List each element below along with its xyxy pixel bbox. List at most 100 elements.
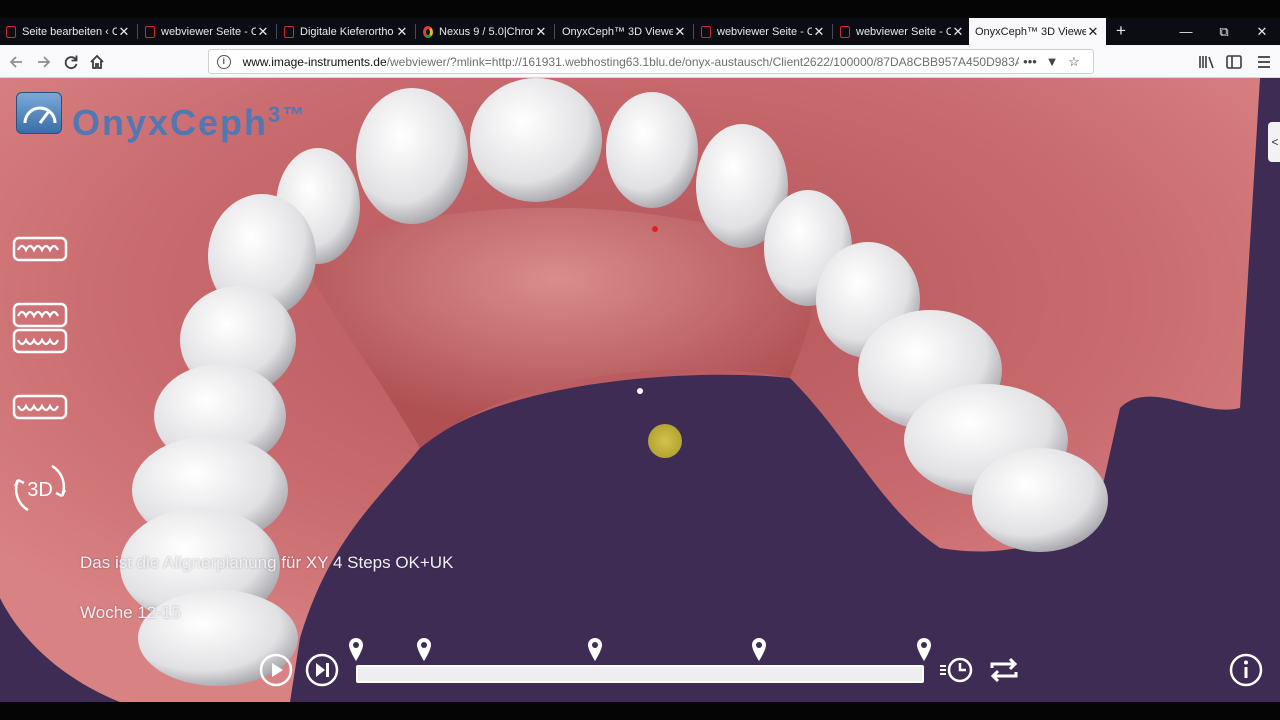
mouse-cursor-highlight	[648, 424, 682, 458]
close-icon[interactable]: ✕	[812, 24, 826, 40]
tab-8-active[interactable]: OnyxCeph™ 3D Viewer ✕	[969, 18, 1106, 45]
sidebar-toggle-button[interactable]	[1220, 49, 1248, 75]
pdf-icon	[840, 25, 850, 38]
dental-model-3d[interactable]	[0, 78, 1280, 702]
both-jaws-view-button[interactable]	[12, 302, 68, 356]
tab-6[interactable]: webviewer Seite - O ✕	[695, 18, 832, 45]
chrome-icon	[423, 25, 433, 38]
info-button[interactable]	[1228, 652, 1264, 688]
week-label: Woche 12-15	[80, 603, 181, 622]
back-button[interactable]	[4, 49, 30, 75]
minimize-button[interactable]: —	[1168, 18, 1204, 45]
tab-label: Seite bearbeiten ‹ C	[22, 25, 117, 38]
new-tab-button[interactable]: +	[1112, 18, 1130, 45]
tab-divider	[554, 24, 555, 39]
tab-strip: Seite bearbeiten ‹ C ✕ webviewer Seite -…	[0, 18, 1280, 45]
repeat-icon	[990, 657, 1018, 683]
close-icon[interactable]: ✕	[395, 24, 409, 40]
site-info-icon[interactable]: i	[217, 54, 231, 69]
tab-3[interactable]: Digitale Kieferortho ✕	[278, 18, 415, 45]
tab-label: OnyxCeph™ 3D Viewer	[975, 25, 1086, 38]
close-window-button[interactable]: ✕	[1244, 18, 1280, 45]
upper-teeth-icon	[12, 236, 68, 262]
forward-arrow-icon	[38, 56, 51, 68]
3d-viewer-canvas[interactable]: OnyxCeph3™ 3D < Das ist die Alignerplanu…	[0, 78, 1280, 702]
tab-divider	[415, 24, 416, 39]
sidebar-icon	[1226, 55, 1242, 69]
navigation-bar: i www.image-instruments.de /webviewer/?m…	[0, 45, 1280, 78]
tab-5[interactable]: OnyxCeph™ 3D Viewer ✕	[556, 18, 693, 45]
marker-point	[637, 388, 643, 394]
reload-button[interactable]	[58, 49, 84, 75]
pocket-icon[interactable]: ▼	[1041, 54, 1063, 69]
menu-button[interactable]	[1250, 49, 1278, 75]
repeat-button[interactable]	[986, 652, 1022, 688]
clock-icon	[940, 657, 973, 683]
home-button[interactable]	[84, 49, 110, 75]
forward-button[interactable]	[30, 49, 56, 75]
tab-1[interactable]: Seite bearbeiten ‹ C ✕	[0, 18, 137, 45]
back-arrow-icon	[9, 56, 22, 68]
pdf-icon	[145, 25, 155, 38]
play-button[interactable]	[258, 652, 294, 688]
step-forward-button[interactable]	[304, 652, 340, 688]
hamburger-menu-icon	[1258, 56, 1270, 68]
step-forward-icon	[305, 653, 339, 687]
tab-divider	[137, 24, 138, 39]
bottom-letterbox	[0, 702, 1280, 720]
library-button[interactable]	[1192, 49, 1220, 75]
plan-description: Das ist die Alignerplanung für XY 4 Step…	[80, 553, 454, 572]
both-teeth-icon	[12, 302, 68, 354]
lower-jaw-view-button[interactable]	[12, 392, 68, 422]
url-host: www.image-instruments.de	[242, 54, 387, 69]
timeline-step-marker[interactable]	[415, 636, 433, 662]
logo-superscript: 3™	[268, 102, 307, 127]
close-icon[interactable]: ✕	[951, 24, 965, 40]
play-icon	[259, 653, 293, 687]
tab-label: OnyxCeph™ 3D Viewer	[562, 25, 673, 38]
close-icon[interactable]: ✕	[117, 24, 131, 40]
tab-divider	[693, 24, 694, 39]
home-icon	[90, 54, 104, 69]
url-path: /webviewer/?mlink=http://161931.webhosti…	[386, 54, 1019, 69]
close-icon[interactable]: ✕	[673, 24, 687, 40]
marker-point	[652, 226, 658, 232]
tab-label: Nexus 9 / 5.0|Chrom	[439, 25, 534, 38]
tab-divider	[832, 24, 833, 39]
timeline-step-marker[interactable]	[915, 636, 933, 662]
close-icon[interactable]: ✕	[534, 24, 548, 40]
rotate-3d-label: 3D	[27, 479, 53, 501]
tooth	[356, 88, 468, 224]
tab-7[interactable]: webviewer Seite - O ✕	[834, 18, 971, 45]
address-bar[interactable]: i www.image-instruments.de /webviewer/?m…	[208, 49, 1094, 74]
tooth	[606, 92, 698, 208]
tab-label: Digitale Kieferortho	[300, 25, 394, 38]
tab-label: webviewer Seite - O	[856, 25, 951, 38]
onyxceph-logo-text: OnyxCeph3™	[72, 102, 306, 144]
library-icon	[1199, 56, 1214, 69]
bookmark-star-icon[interactable]: ☆	[1063, 54, 1085, 70]
timeline-step-marker[interactable]	[750, 636, 768, 662]
rotate-3d-button[interactable]: 3D	[12, 458, 68, 518]
timeline-step-marker[interactable]	[347, 636, 365, 662]
lower-teeth-icon	[12, 394, 68, 420]
info-icon	[1229, 653, 1263, 687]
timeline-slider[interactable]	[356, 665, 924, 683]
pdf-icon	[701, 25, 711, 38]
tab-label: webviewer Seite - O	[717, 25, 812, 38]
timeline-step-marker[interactable]	[586, 636, 604, 662]
tooth	[972, 448, 1108, 552]
restore-button[interactable]: ⧉	[1206, 18, 1242, 45]
collapse-panel-button[interactable]: <	[1268, 122, 1280, 162]
tab-divider	[276, 24, 277, 39]
tab-4[interactable]: Nexus 9 / 5.0|Chrom ✕	[417, 18, 554, 45]
pdf-icon	[6, 25, 16, 38]
tab-label: webviewer Seite - O	[161, 25, 256, 38]
page-actions-icon[interactable]: •••	[1019, 54, 1041, 69]
close-icon[interactable]: ✕	[256, 24, 270, 40]
reload-icon	[64, 55, 78, 70]
tab-2[interactable]: webviewer Seite - O ✕	[139, 18, 276, 45]
close-icon[interactable]: ✕	[1086, 24, 1100, 40]
upper-jaw-view-button[interactable]	[12, 234, 68, 264]
timer-button[interactable]	[938, 652, 978, 688]
